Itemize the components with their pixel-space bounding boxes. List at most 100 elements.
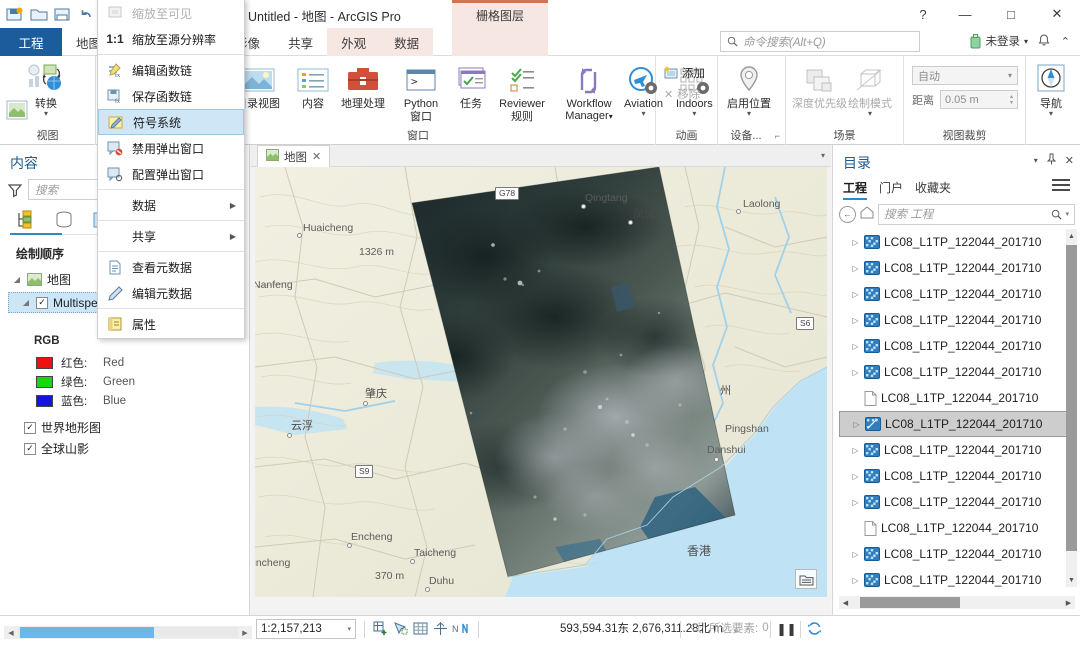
sidebar-item-drawing-order[interactable] [14,209,38,231]
measure-tool[interactable] [432,620,449,637]
undo-icon[interactable] [76,4,98,24]
python-window-button[interactable]: > Python 窗口 [398,62,444,123]
menu-item-save-function-chain[interactable]: fx 保存函数链 [98,83,244,109]
map-tab-overflow-icon[interactable]: ▾ [821,151,825,160]
command-search[interactable]: 命令搜索(Alt+Q) [720,31,920,52]
minimize-button[interactable]: — [942,0,988,28]
expand-arrow-icon[interactable]: ▷ [851,446,860,455]
spinner-icon[interactable]: ▴ ▾ [1010,94,1013,106]
back-icon[interactable]: ← [839,205,856,223]
refresh-button[interactable] [806,620,823,637]
collapse-ribbon-icon[interactable]: ⌃ [1061,35,1070,48]
catalog-list-item[interactable]: ▷ LC08_L1TP_122044_201710 [839,437,1075,463]
hscroll-thumb[interactable] [860,597,960,608]
expand-arrow-icon[interactable]: ▷ [851,576,860,585]
close-button[interactable]: ✕ [1034,0,1080,28]
filter-icon[interactable] [7,183,23,197]
catalog-list-item[interactable]: ▷ LC08_L1TP_122044_201710 [839,489,1075,515]
contents-scroll-right-icon[interactable]: ▶ [238,629,252,637]
catalog-list-item[interactable]: ▷ LC08_L1TP_122044_201710 [839,281,1075,307]
catalog-list-item[interactable]: LC08_L1TP_122044_201710 [839,385,1075,411]
tab-project[interactable]: 工程 [0,28,62,56]
draw-mode-button[interactable]: 绘制模式 ▾ [848,62,892,117]
scroll-down-icon[interactable]: ▼ [1066,573,1077,587]
catalog-search-icon[interactable] [1051,209,1062,220]
menu-item-symbology[interactable]: 符号系统 [98,109,244,135]
world-topo-checkbox[interactable]: ✓ [24,421,36,434]
maximize-button[interactable]: □ [988,0,1034,28]
account-caret-icon[interactable]: ▾ [1024,37,1028,46]
hscroll-left-icon[interactable]: ◀ [839,599,852,607]
map-scale-caret-icon[interactable]: ▾ [347,625,351,633]
basemap-gallery-button[interactable] [795,569,817,589]
scroll-up-icon[interactable]: ▲ [1066,229,1077,243]
tab-appearance[interactable]: 外观 [327,28,381,56]
view-small-icon[interactable] [6,100,28,123]
expand-arrow-icon[interactable]: ▷ [852,420,861,429]
tab-project-catalog[interactable]: 工程 [843,179,868,200]
view-clip-distance-input[interactable]: 0.05 m ▴ ▾ [940,90,1018,109]
catalog-vertical-scrollbar[interactable]: ▲ ▼ [1066,229,1077,587]
catalog-list-item[interactable]: ▷ LC08_L1TP_122044_201710 [839,411,1075,437]
grid-tool[interactable] [412,620,429,637]
tab-data[interactable]: 数据 [380,28,434,56]
menu-item-share[interactable]: 共享 ▶ [98,223,244,249]
catalog-list-item[interactable]: ▷ LC08_L1TP_122044_201710 [839,255,1075,281]
remove-keyframe-button[interactable]: ✕ 移除 [664,86,700,102]
expand-arrow-icon[interactable]: ▷ [851,264,860,273]
map-scale-selector[interactable]: 1:2,157,213 ▾ [256,619,356,639]
contents-button[interactable]: 内容 [296,62,330,111]
catalog-list-item[interactable]: ▷ LC08_L1TP_122044_201710 [839,541,1075,567]
aviation-caret-icon[interactable]: ▾ [641,109,645,117]
catalog-list-item[interactable]: ▷ LC08_L1TP_122044_201710 [839,333,1075,359]
home-icon[interactable] [860,206,874,222]
expand-arrow-icon[interactable]: ▷ [851,342,860,351]
menu-item-edit-metadata[interactable]: 编辑元数据 [98,280,244,306]
tree-item-world-hillshade[interactable]: ✓ 全球山影 [24,438,101,459]
navigate-button[interactable]: 导航 ▾ [1036,62,1066,117]
map-tab[interactable]: 地图 ✕ [257,145,331,167]
contents-scroll-track[interactable] [18,627,238,638]
enable-location-button[interactable]: 启用位置 ▾ [727,62,771,117]
expand-arrow-icon[interactable]: ▷ [851,316,860,325]
contents-horizontal-scrollbar[interactable]: ◀ ▶ [4,626,252,639]
map-tab-close-icon[interactable]: ✕ [312,150,321,163]
catalog-list-item[interactable]: ▷ LC08_L1TP_122044_201710 [839,567,1075,587]
map-canvas[interactable]: Huaicheng Nanfeng Qingtang 凤城 Laolong Pi… [255,167,827,597]
catalog-scroll-thumb[interactable] [1066,245,1077,551]
contents-scroll-thumb[interactable] [20,627,154,638]
select-features-tool[interactable] [392,620,409,637]
layer-visibility-checkbox[interactable]: ✓ [36,296,48,309]
tasks-button[interactable]: 任务 [454,62,488,111]
tab-favorites-catalog[interactable]: 收藏夹 [915,179,951,200]
north-arrow-tool[interactable]: N [452,620,469,637]
menu-item-disable-popups[interactable]: 禁用弹出窗口 [98,135,244,161]
catalog-list-item[interactable]: ▷ LC08_L1TP_122044_201710 [839,229,1075,255]
menu-item-data[interactable]: 数据 ▶ [98,192,244,218]
catalog-list-item[interactable]: ▷ LC08_L1TP_122044_201710 [839,359,1075,385]
convert-caret-icon[interactable]: ▾ [44,109,48,117]
catalog-menu-icon[interactable] [1052,179,1070,194]
contents-scroll-left-icon[interactable]: ◀ [4,629,18,637]
expand-layer-icon[interactable]: ◢ [21,298,31,307]
add-keyframe-button[interactable]: 添加 [664,65,705,81]
notifications-icon[interactable] [1038,34,1050,50]
view-clip-mode-caret-icon[interactable]: ▾ [1008,71,1012,80]
workflow-manager-button[interactable]: Workflow Manager▾ [556,62,622,122]
navigate-caret-icon[interactable]: ▾ [1049,109,1053,117]
tab-share[interactable]: 共享 [274,28,327,56]
catalog-search-caret-icon[interactable]: ▾ [1065,210,1069,218]
close-icon[interactable]: ✕ [1065,154,1074,167]
menu-item-view-metadata[interactable]: 查看元数据 [98,254,244,280]
tree-item-world-topo[interactable]: ✓ 世界地形图 [24,417,101,438]
hscroll-right-icon[interactable]: ▶ [1062,599,1075,607]
geoprocessing-button[interactable]: 地理处理 [341,62,385,111]
enable-location-caret-icon[interactable]: ▾ [747,109,751,117]
menu-item-configure-popups[interactable]: 配置弹出窗口 [98,161,244,187]
expand-arrow-icon[interactable]: ▷ [851,498,860,507]
world-hillshade-checkbox[interactable]: ✓ [24,442,36,455]
hscroll-track[interactable] [852,597,1062,608]
depth-priority-button[interactable]: 深度优先级 [792,62,847,111]
open-project-icon[interactable] [28,4,50,24]
menu-item-zoom-to-source-resolution[interactable]: 1:1 缩放至源分辨率 [98,26,244,52]
